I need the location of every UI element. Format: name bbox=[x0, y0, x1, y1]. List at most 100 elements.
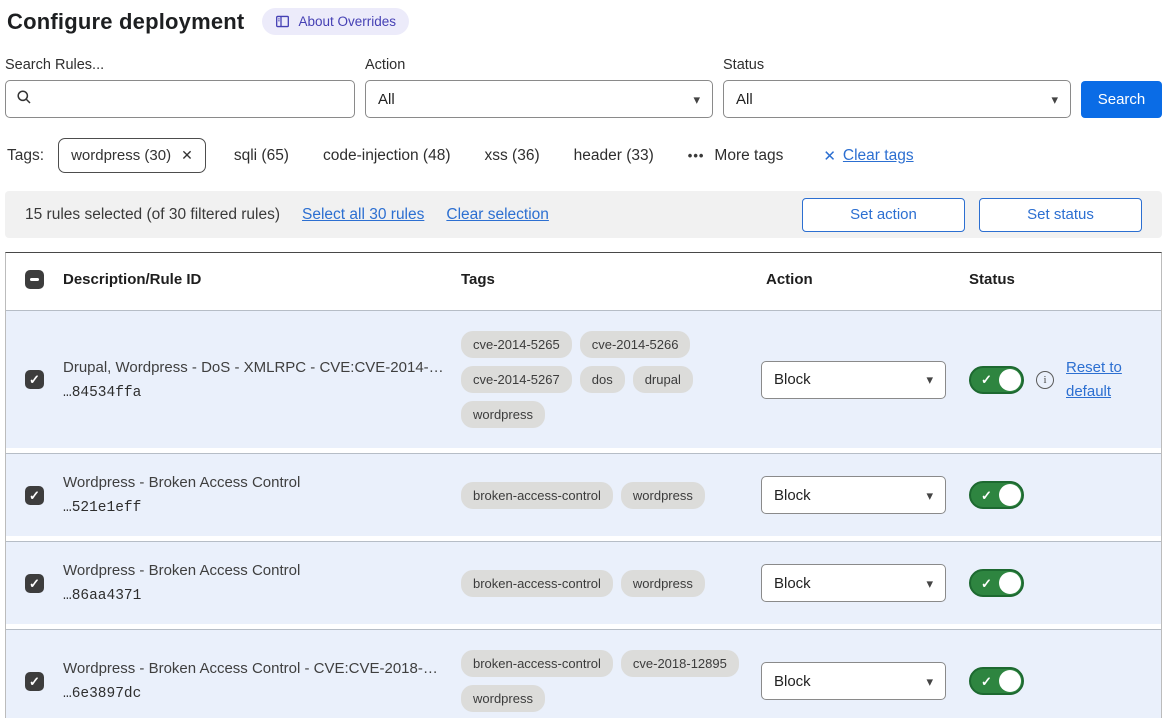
search-button[interactable]: Search bbox=[1081, 81, 1162, 118]
check-icon: ✓ bbox=[981, 373, 992, 386]
tag-filter[interactable]: sqli (65) bbox=[234, 147, 289, 165]
search-input[interactable] bbox=[40, 91, 344, 108]
clear-selection-link[interactable]: Clear selection bbox=[446, 206, 549, 224]
reset-to-default-link[interactable]: Reset to default bbox=[1066, 356, 1130, 404]
rule-tags-cell: broken-access-controlwordpress bbox=[461, 482, 761, 509]
rule-status-toggle[interactable]: ✓ bbox=[969, 366, 1024, 394]
check-icon: ✓ bbox=[29, 577, 40, 590]
more-tags-label: More tags bbox=[714, 147, 783, 165]
row-checkbox[interactable]: ✓ bbox=[25, 574, 44, 593]
tag-filter[interactable]: xss (36) bbox=[485, 147, 540, 165]
ellipsis-icon: ••• bbox=[688, 148, 705, 163]
rule-action-cell: Block ▾ bbox=[761, 564, 954, 602]
search-input-container[interactable] bbox=[5, 80, 355, 118]
row-checkbox-cell: ✓ bbox=[6, 486, 63, 505]
row-checkbox-cell: ✓ bbox=[6, 574, 63, 593]
table-row: ✓ Wordpress - Broken Access Control …86a… bbox=[6, 541, 1161, 624]
selected-tag-label: wordpress (30) bbox=[71, 147, 171, 164]
table-row: ✓ Wordpress - Broken Access Control - CV… bbox=[6, 629, 1161, 718]
column-action: Action bbox=[761, 271, 954, 288]
toggle-knob bbox=[999, 572, 1021, 594]
rule-tag-chip: broken-access-control bbox=[461, 482, 613, 509]
rule-id: …86aa4371 bbox=[63, 588, 461, 604]
rule-action-value: Block bbox=[774, 575, 811, 592]
tag-filter[interactable]: header (33) bbox=[574, 147, 654, 165]
set-status-button[interactable]: Set status bbox=[979, 198, 1142, 232]
rule-action-select[interactable]: Block ▾ bbox=[761, 361, 946, 399]
info-icon[interactable]: i bbox=[1036, 371, 1054, 389]
table-row: ✓ Drupal, Wordpress - DoS - XMLRPC - CVE… bbox=[6, 310, 1161, 448]
rule-tag-chip: cve-2014-5265 bbox=[461, 331, 572, 358]
more-tags-button[interactable]: ••• More tags bbox=[688, 147, 784, 165]
status-filter: Status All ▾ bbox=[723, 57, 1071, 118]
check-icon: ✓ bbox=[981, 675, 992, 688]
action-filter-label: Action bbox=[365, 57, 713, 73]
tag-filter[interactable]: code-injection (48) bbox=[323, 147, 451, 165]
tags-bar: Tags: wordpress (30) ✕ sqli (65)code-inj… bbox=[7, 138, 1162, 173]
rule-status-toggle[interactable]: ✓ bbox=[969, 667, 1024, 695]
remove-tag-icon[interactable]: ✕ bbox=[181, 147, 193, 164]
check-icon: ✓ bbox=[981, 577, 992, 590]
rule-action-cell: Block ▾ bbox=[761, 662, 954, 700]
rule-action-cell: Block ▾ bbox=[761, 361, 954, 399]
check-icon: ✓ bbox=[29, 373, 40, 386]
chevron-down-icon: ▾ bbox=[926, 489, 933, 502]
header-checkbox-cell bbox=[6, 270, 63, 289]
rule-tag-chip: broken-access-control bbox=[461, 650, 613, 677]
rule-status-cell: ✓ bbox=[954, 667, 1161, 695]
rule-tags-cell: broken-access-controlwordpress bbox=[461, 570, 761, 597]
selection-summary: 15 rules selected (of 30 filtered rules) bbox=[25, 206, 280, 224]
row-checkbox[interactable]: ✓ bbox=[25, 672, 44, 691]
toggle-knob bbox=[999, 484, 1021, 506]
rule-tags-cell: cve-2014-5265cve-2014-5266cve-2014-5267d… bbox=[461, 331, 761, 428]
indeterminate-icon bbox=[30, 278, 39, 281]
selection-bar: 15 rules selected (of 30 filtered rules)… bbox=[5, 191, 1162, 238]
table-header: Description/Rule ID Tags Action Status bbox=[6, 253, 1161, 305]
about-overrides-badge[interactable]: About Overrides bbox=[262, 8, 409, 35]
rule-description: Wordpress - Broken Access Control bbox=[63, 562, 461, 579]
row-checkbox[interactable]: ✓ bbox=[25, 370, 44, 389]
rule-description: Wordpress - Broken Access Control bbox=[63, 474, 461, 491]
rule-tags-cell: broken-access-controlcve-2018-12895wordp… bbox=[461, 650, 761, 712]
row-checkbox[interactable]: ✓ bbox=[25, 486, 44, 505]
toggle-knob bbox=[999, 670, 1021, 692]
configure-deployment-page: Configure deployment About Overrides Sea… bbox=[0, 0, 1167, 718]
column-status: Status bbox=[954, 271, 1161, 288]
rule-tag-chip: wordpress bbox=[461, 401, 545, 428]
table-body: ✓ Drupal, Wordpress - DoS - XMLRPC - CVE… bbox=[6, 310, 1161, 718]
rule-status-toggle[interactable]: ✓ bbox=[969, 569, 1024, 597]
rule-description-cell: Wordpress - Broken Access Control …86aa4… bbox=[63, 562, 461, 604]
row-checkbox-cell: ✓ bbox=[6, 370, 63, 389]
clear-tags-button[interactable]: ✕ Clear tags bbox=[823, 147, 913, 165]
status-filter-select[interactable]: All ▾ bbox=[723, 80, 1071, 118]
rule-action-select[interactable]: Block ▾ bbox=[761, 564, 946, 602]
rule-status-toggle[interactable]: ✓ bbox=[969, 481, 1024, 509]
clear-tags-icon: ✕ bbox=[823, 147, 836, 165]
chevron-down-icon: ▾ bbox=[926, 675, 933, 688]
select-all-link[interactable]: Select all 30 rules bbox=[302, 206, 424, 224]
rule-action-select[interactable]: Block ▾ bbox=[761, 476, 946, 514]
rule-status-cell: ✓ bbox=[954, 569, 1161, 597]
rule-action-select[interactable]: Block ▾ bbox=[761, 662, 946, 700]
column-tags: Tags bbox=[461, 271, 761, 288]
chevron-down-icon: ▾ bbox=[693, 93, 700, 106]
rule-description: Drupal, Wordpress - DoS - XMLRPC - CVE:C… bbox=[63, 359, 461, 376]
selected-tag-chip[interactable]: wordpress (30) ✕ bbox=[58, 138, 206, 173]
search-rules-filter: Search Rules... bbox=[5, 57, 355, 118]
rule-id: …84534ffa bbox=[63, 385, 461, 401]
book-icon bbox=[275, 14, 290, 29]
rule-description: Wordpress - Broken Access Control - CVE:… bbox=[63, 660, 461, 677]
check-icon: ✓ bbox=[981, 489, 992, 502]
rule-id: …6e3897dc bbox=[63, 686, 461, 702]
chevron-down-icon: ▾ bbox=[926, 373, 933, 386]
action-filter-select[interactable]: All ▾ bbox=[365, 80, 713, 118]
rule-description-cell: Wordpress - Broken Access Control - CVE:… bbox=[63, 660, 461, 702]
rule-tag-chip: cve-2014-5266 bbox=[580, 331, 691, 358]
rule-tag-chip: wordpress bbox=[621, 570, 705, 597]
rule-id: …521e1eff bbox=[63, 500, 461, 516]
column-description: Description/Rule ID bbox=[63, 271, 461, 288]
table-row: ✓ Wordpress - Broken Access Control …521… bbox=[6, 453, 1161, 536]
select-all-checkbox[interactable] bbox=[25, 270, 44, 289]
page-header: Configure deployment About Overrides bbox=[5, 8, 1162, 35]
set-action-button[interactable]: Set action bbox=[802, 198, 965, 232]
